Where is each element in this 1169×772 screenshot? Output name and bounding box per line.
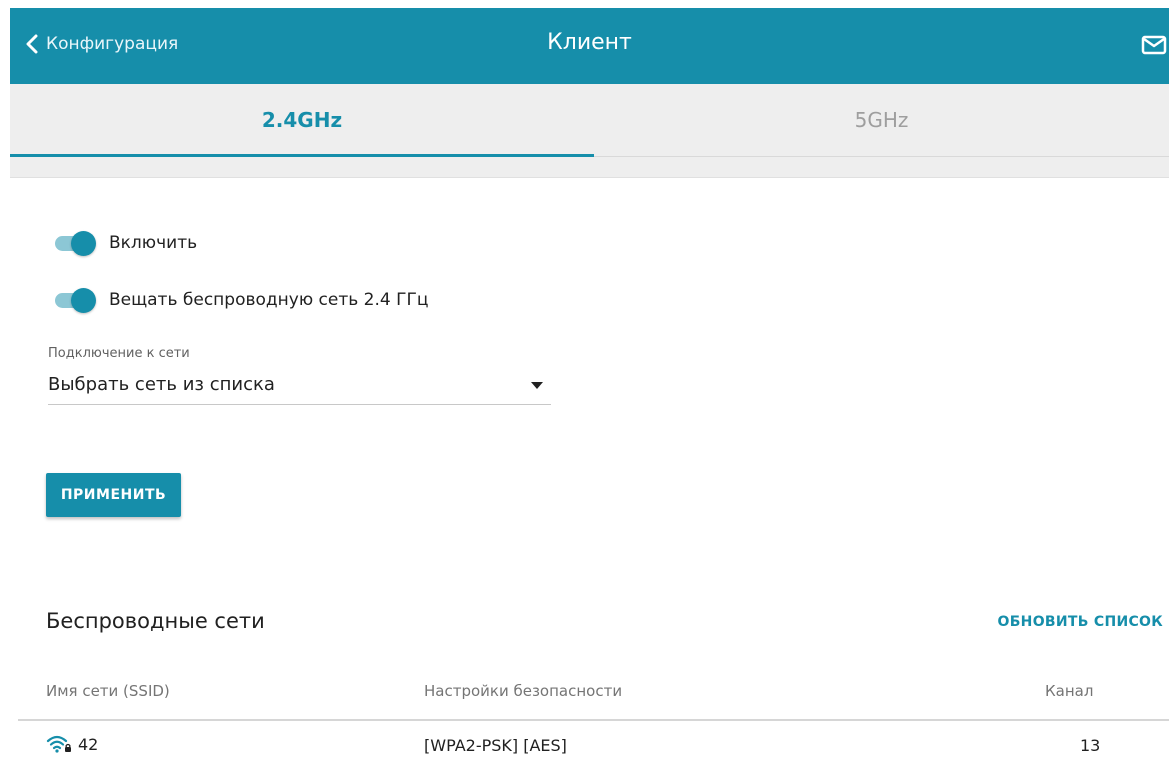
table-divider xyxy=(18,719,1169,721)
security-cell: [WPA2-PSK] [AES] xyxy=(424,736,567,755)
broadcast-toggle[interactable] xyxy=(53,287,97,313)
enable-toggle[interactable] xyxy=(53,230,97,256)
connection-field-label: Подключение к сети xyxy=(48,346,190,361)
channel-cell: 13 xyxy=(1080,736,1101,755)
enable-row: Включить xyxy=(53,230,197,256)
apply-button[interactable]: ПРИМЕНИТЬ xyxy=(46,473,181,517)
mail-icon[interactable] xyxy=(1141,34,1167,60)
connection-select[interactable]: Выбрать сеть из списка xyxy=(48,368,551,405)
connection-select-value: Выбрать сеть из списка xyxy=(48,374,275,395)
tab-2-4ghz[interactable]: 2.4GHz xyxy=(10,84,594,157)
tab-5ghz[interactable]: 5GHz xyxy=(594,84,1169,156)
wifi-lock-icon xyxy=(46,735,71,753)
page: Конфигурация Клиент 2.4GHz 5GHz Включить… xyxy=(0,0,1169,772)
ssid-value: 42 xyxy=(78,734,99,754)
column-header-channel: Канал xyxy=(1045,682,1094,700)
band-tabs: 2.4GHz 5GHz xyxy=(10,84,1169,157)
enable-toggle-knob xyxy=(71,231,96,256)
refresh-list-button[interactable]: ОБНОВИТЬ СПИСОК xyxy=(998,614,1164,630)
column-header-security: Настройки безопасности xyxy=(424,682,623,700)
page-title: Клиент xyxy=(547,30,632,55)
table-row[interactable]: 42 [WPA2-PSK] [AES] 13 xyxy=(18,722,1169,772)
broadcast-label: Вещать беспроводную сеть 2.4 ГГц xyxy=(109,290,429,310)
broadcast-toggle-knob xyxy=(71,288,96,313)
wireless-networks-title: Беспроводные сети xyxy=(46,609,265,633)
ssid-cell: 42 xyxy=(46,734,98,754)
header-bar: Конфигурация Клиент xyxy=(10,8,1169,84)
caret-down-icon xyxy=(531,382,543,389)
broadcast-row: Вещать беспроводную сеть 2.4 ГГц xyxy=(53,287,428,313)
enable-label: Включить xyxy=(109,233,198,253)
tabs-spacer xyxy=(10,157,1169,178)
column-header-ssid: Имя сети (SSID) xyxy=(46,682,170,700)
